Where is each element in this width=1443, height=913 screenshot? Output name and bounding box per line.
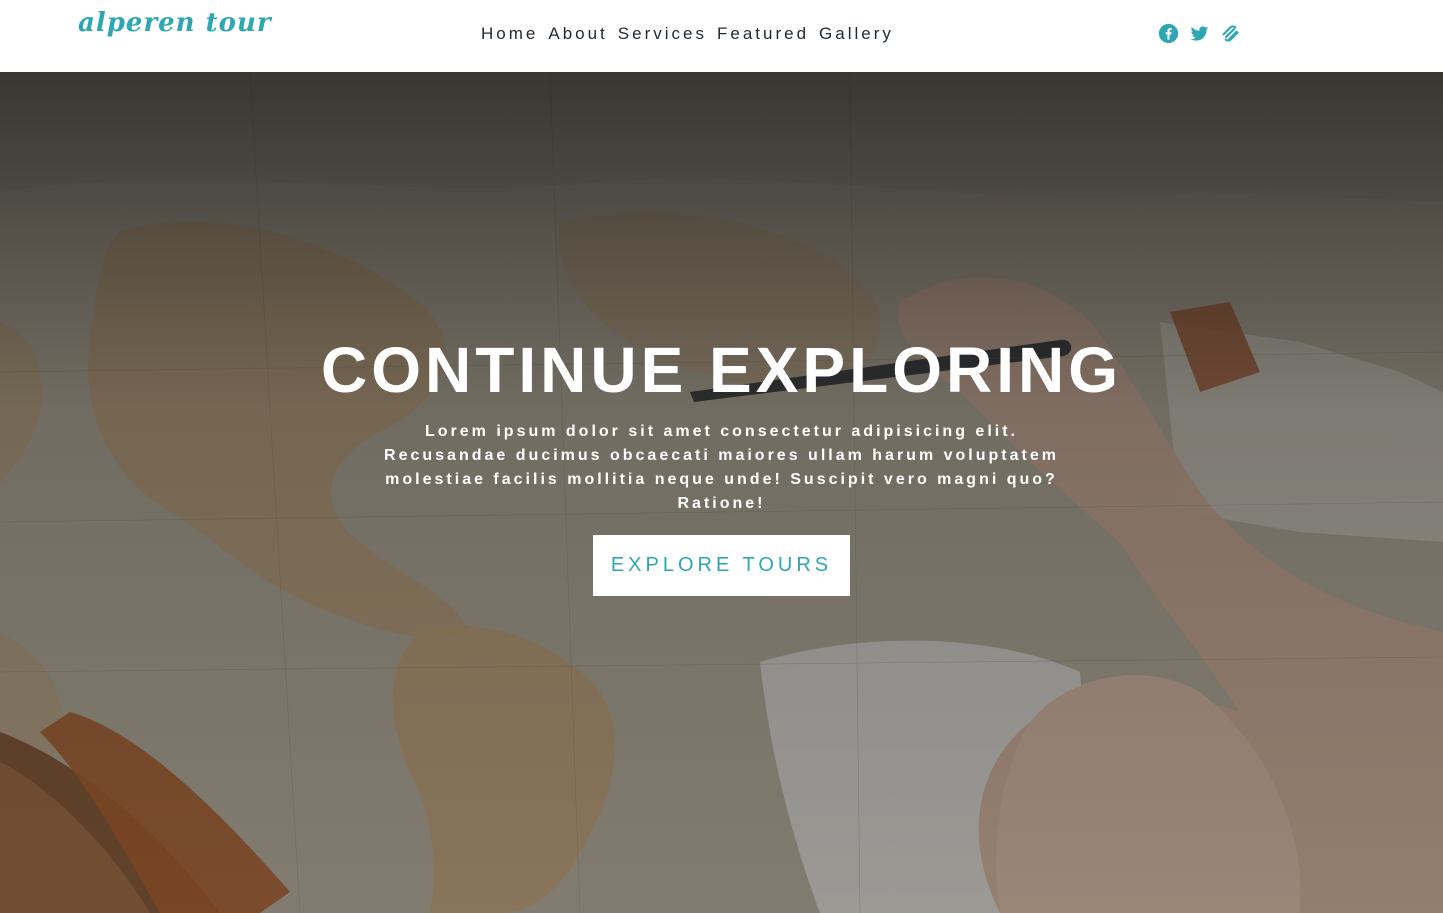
squarespace-icon[interactable] [1220,23,1241,44]
nav-link-gallery[interactable]: Gallery [819,24,894,44]
nav-link-featured[interactable]: Featured [717,24,809,44]
hero-section: CONTINUE EXPLORING Lorem ipsum dolor sit… [0,72,1443,913]
navbar: alperen tour Home About Services Feature… [0,0,1443,72]
twitter-icon[interactable] [1189,23,1210,44]
hero-description: Lorem ipsum dolor sit amet consectetur a… [384,423,1059,512]
hero-title: CONTINUE EXPLORING [321,334,1122,406]
nav-link-home[interactable]: Home [481,24,538,44]
hero-content: CONTINUE EXPLORING Lorem ipsum dolor sit… [0,330,1443,596]
brand-logo[interactable]: alperen tour [78,8,272,38]
nav-links: Home About Services Featured Gallery [481,24,904,44]
nav-link-about[interactable]: About [548,24,607,44]
explore-tours-button[interactable]: EXPLORE TOURS [593,535,850,596]
facebook-icon[interactable] [1158,23,1179,44]
nav-link-services[interactable]: Services [618,24,707,44]
social-links [1158,23,1241,44]
